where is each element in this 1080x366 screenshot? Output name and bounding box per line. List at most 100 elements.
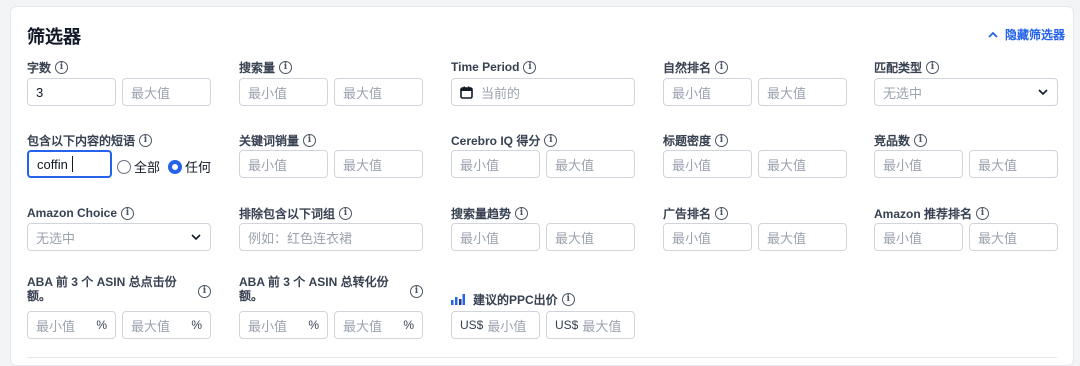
panel-title: 筛选器 [27,27,81,47]
competing-min-input[interactable]: 最小值 [874,150,963,178]
info-icon[interactable]: i [914,133,928,147]
field-ppc: 建议的PPC出价 i [451,291,575,307]
amazon-rec-rank-max-input[interactable]: 最大值 [969,223,1058,251]
aba-conv-share-label: ABA 前 3 个 ASIN 总转化份额。 [239,275,389,303]
radio-unchecked-icon [117,159,131,174]
percent-suffix: % [96,318,107,332]
field-sv-trend: 搜索量趋势 i [451,205,529,221]
hide-filters-button[interactable]: 隐藏筛选器 [987,26,1065,43]
info-icon[interactable]: i [139,133,153,147]
time-period-select[interactable]: 当前的 [451,78,635,106]
cerebro-iq-max-input[interactable]: 最大值 [546,150,635,178]
keyword-sales-label: 关键词销量 [239,133,300,148]
title-density-min-input[interactable]: 最小值 [663,150,752,178]
aba-conv-min-placeholder: 最小值 [248,318,288,334]
info-icon[interactable]: i [926,60,940,74]
competing-max-input[interactable]: 最大值 [969,150,1058,178]
calendar-icon [460,86,473,99]
field-phrase-contains: 包含以下内容的短语 i [27,132,153,148]
ppc-max-placeholder: 最大值 [582,318,622,334]
keyword-sales-max-input[interactable]: 最大值 [334,150,423,178]
match-type-select[interactable]: 无选中 [874,78,1058,106]
field-char-count: 字数 i [27,59,69,75]
aba-click-share-label: ABA 前 3 个 ASIN 总点击份额。 [27,275,177,303]
competing-label: 竞品数 [874,133,911,148]
field-search-volume: 搜索量 i [239,59,293,75]
sv-trend-min-input[interactable]: 最小值 [451,223,540,251]
amazon-rec-rank-label: Amazon 推荐排名 [874,206,973,221]
match-type-value: 无选中 [883,85,923,101]
cerebro-iq-label: Cerebro IQ 得分 [451,133,541,148]
ppc-label: 建议的PPC出价 [473,292,558,307]
field-exclude-phrase: 排除包含以下词组 i [239,205,353,221]
info-icon[interactable]: i [55,60,69,74]
field-keyword-sales: 关键词销量 i [239,132,317,148]
ppc-min-input[interactable]: US$ 最小值 [451,311,540,339]
char-count-label: 字数 [27,60,52,75]
chevron-down-icon [1038,89,1048,96]
time-period-value: 当前的 [481,85,521,101]
percent-suffix: % [308,318,319,332]
info-icon[interactable]: i [976,206,990,220]
exclude-phrase-input[interactable]: 例如：红色连衣裙 [239,223,423,251]
radio-any-label: 任何 [185,160,212,175]
cerebro-iq-min-input[interactable]: 最小值 [451,150,540,178]
phrase-contains-value: coffin [37,156,68,172]
aba-click-min-input[interactable]: 最小值% [27,311,116,339]
percent-suffix: % [403,318,414,332]
info-icon[interactable]: i [561,292,575,306]
info-icon[interactable]: i [279,60,293,74]
aba-click-max-placeholder: 最大值 [131,318,171,334]
chevron-up-icon [988,31,998,38]
search-volume-min-input[interactable]: 最小值 [239,78,328,106]
info-icon[interactable]: i [715,133,729,147]
divider [27,357,1057,358]
sv-trend-max-input[interactable]: 最大值 [546,223,635,251]
keyword-sales-min-input[interactable]: 最小值 [239,150,328,178]
amazon-choice-label: Amazon Choice [27,206,118,220]
aba-click-min-placeholder: 最小值 [36,318,76,334]
info-icon[interactable]: i [121,206,135,220]
radio-any[interactable]: 任何 [168,157,211,176]
title-density-label: 标题密度 [663,133,712,148]
info-icon[interactable]: i [303,133,317,147]
ad-rank-max-input[interactable]: 最大值 [758,223,847,251]
char-count-max-input[interactable]: 最大值 [122,78,211,106]
info-icon[interactable]: i [198,285,211,298]
match-type-label: 匹配类型 [874,60,923,75]
ppc-max-input[interactable]: US$ 最大值 [546,311,635,339]
ad-rank-label: 广告排名 [663,206,712,221]
organic-rank-max-input[interactable]: 最大值 [758,78,847,106]
radio-checked-icon [168,159,183,174]
aba-conv-max-input[interactable]: 最大值% [334,311,423,339]
info-icon[interactable]: i [515,206,529,220]
info-icon[interactable]: i [715,206,729,220]
search-volume-label: 搜索量 [239,60,276,75]
field-title-density: 标题密度 i [663,132,729,148]
info-icon[interactable]: i [523,60,537,74]
filter-panel: 筛选器 隐藏筛选器 字数 i 3 最大值 搜索量 i 最小值 最大值 Time Pe… [10,6,1074,366]
phrase-contains-input[interactable]: coffin [27,150,112,178]
match-mode-radio-group: 全部 任何 [117,157,215,176]
info-icon[interactable]: i [410,285,423,298]
field-competing: 竞品数 i [874,132,928,148]
info-icon[interactable]: i [715,60,729,74]
info-icon[interactable]: i [339,206,353,220]
bar-chart-icon [451,293,465,305]
amazon-rec-rank-min-input[interactable]: 最小值 [874,223,963,251]
title-density-max-input[interactable]: 最大值 [758,150,847,178]
ad-rank-min-input[interactable]: 最小值 [663,223,752,251]
aba-click-max-input[interactable]: 最大值% [122,311,211,339]
radio-all[interactable]: 全部 [117,157,160,176]
amazon-choice-select[interactable]: 无选中 [27,223,211,251]
organic-rank-min-input[interactable]: 最小值 [663,78,752,106]
field-time-period: Time Period i [451,59,537,75]
amazon-choice-value: 无选中 [36,230,76,246]
char-count-min-input[interactable]: 3 [27,78,116,106]
ppc-min-placeholder: 最小值 [487,318,527,334]
info-icon[interactable]: i [544,133,558,147]
sv-trend-label: 搜索量趋势 [451,206,512,221]
field-organic-rank: 自然排名 i [663,59,729,75]
search-volume-max-input[interactable]: 最大值 [334,78,423,106]
aba-conv-min-input[interactable]: 最小值% [239,311,328,339]
